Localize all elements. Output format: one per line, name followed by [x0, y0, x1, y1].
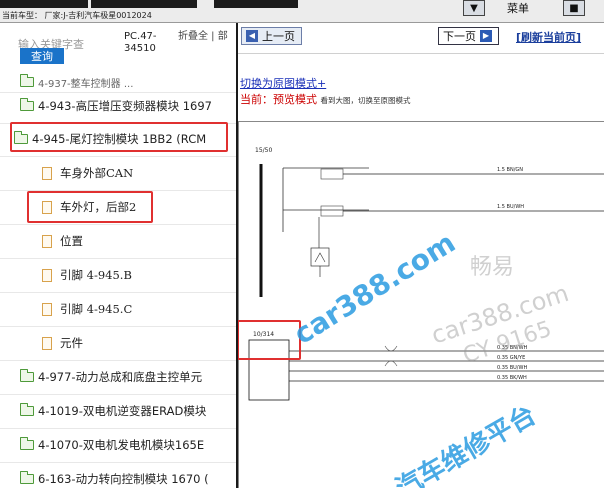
tree-item-label: 4-945-尾灯控制模块 1BB2 (RCM: [32, 132, 207, 146]
folder-icon: [20, 369, 34, 382]
arrow-left-icon: ◀: [246, 30, 258, 42]
wire-label: 1.5 BU/WH: [497, 204, 524, 210]
tree-subitem[interactable]: 车身外部CAN: [0, 156, 236, 191]
vehicle-label: 当前车型：: [2, 11, 42, 20]
current-hint: 看到大图，切换至原图模式: [320, 96, 411, 105]
tree-item-label: 4-943-高压增压变频器模块 1697: [38, 99, 212, 113]
tree-item-label: 4-977-动力总成和底盘主控单元: [38, 370, 203, 384]
module-block: [248, 339, 290, 401]
tree-subitem-selected[interactable]: 车外灯，后部2: [0, 190, 236, 225]
tree-item-label: 引脚 4-945.B: [60, 268, 132, 282]
vehicle-info: 当前车型： 厂家:J-吉利汽车极星0012024: [2, 10, 152, 21]
prev-page-button[interactable]: ◀ 上一页: [241, 27, 302, 45]
document-icon: [42, 234, 52, 248]
wiring-diagram-svg: 15/50 1.5 BN/GN 1.5 BU/WH 10/314 0.35 BN…: [248, 147, 604, 401]
wire-label: 0.35 BN/WH: [497, 345, 528, 351]
folder-open-icon: [14, 131, 28, 144]
vehicle-name: 厂家:J-吉利汽车极星0012024: [44, 11, 152, 20]
current-label: 当前：: [240, 93, 273, 106]
relay: [310, 247, 330, 267]
next-page-button[interactable]: 下一页 ▶: [438, 27, 499, 45]
refresh-link[interactable]: [刷新当前页]: [516, 29, 581, 45]
content-panel: ◀ 上一页 下一页 ▶ [刷新当前页] 切换为原图模式+ 当前：预览模式 看到大…: [238, 23, 604, 488]
switch-mode-link[interactable]: 切换为原图模式+: [240, 75, 326, 91]
toolbar-segment: [91, 0, 197, 8]
tree-item-label: 元件: [60, 336, 83, 350]
arrow-down-icon[interactable]: ▼: [463, 0, 485, 16]
folder-icon: [20, 471, 34, 484]
fuse: [320, 168, 344, 180]
tree-subitem[interactable]: 引脚 4-945.C: [0, 292, 236, 327]
top-bar: 当前车型： 厂家:J-吉利汽车极星0012024 ▼ 菜单 ■: [0, 0, 604, 23]
tree-item[interactable]: 4-1019-双电机逆变器ERAD模块: [0, 394, 236, 429]
wire-label: 0.35 BK/WH: [497, 375, 527, 381]
tree-item-label: 位置: [60, 234, 83, 248]
pc-code: PC.47-34510: [124, 31, 157, 54]
tree-subitem[interactable]: 元件: [0, 326, 236, 361]
tree-item-label: 引脚 4-945.C: [60, 302, 133, 316]
collapse-all-link[interactable]: 折叠全 | 部: [178, 31, 236, 43]
arrow-right-icon: ▶: [480, 30, 492, 42]
tree-item-label: 4-1070-双电机发电机模块165E: [38, 438, 205, 452]
document-icon: [42, 268, 52, 282]
wire-label: 0.35 BU/WH: [497, 365, 527, 371]
document-icon: [42, 336, 52, 350]
folder-icon: [20, 74, 34, 87]
tree-item[interactable]: 4-1070-双电机发电机模块165E: [0, 428, 236, 463]
tree-item-label: 6-163-动力转向控制模块 1670 (: [38, 472, 209, 486]
tree-item-label: 车外灯，后部2: [60, 200, 137, 214]
expand-icon[interactable]: ■: [563, 0, 585, 16]
tree-item[interactable]: 4-943-高压增压变频器模块 1697: [0, 89, 236, 124]
document-icon: [42, 200, 52, 214]
document-icon: [42, 166, 52, 180]
current-mode-value: 预览模式: [273, 93, 317, 106]
current-mode: 当前：预览模式 看到大图，切换至原图模式: [240, 91, 411, 107]
wire-label: 1.5 BN/GN: [497, 167, 523, 173]
prev-page-label: 上一页: [262, 30, 295, 43]
tree-item-expanded[interactable]: 4-945-尾灯控制模块 1BB2 (RCM: [0, 122, 236, 157]
folder-icon: [20, 403, 34, 416]
tree-item[interactable]: 4-977-动力总成和底盘主控单元: [0, 360, 236, 395]
wire-label: 0.35 GN/YE: [497, 355, 525, 361]
connector-label-bottom: 10/314: [253, 331, 274, 338]
search-area: PC.47-34510 折叠全 | 部 查询: [0, 23, 236, 67]
twist-mark: [384, 360, 398, 367]
tree-item-label: 4-1019-双电机逆变器ERAD模块: [38, 404, 207, 418]
page-nav: ◀ 上一页 下一页 ▶ [刷新当前页]: [238, 23, 604, 54]
next-page-label: 下一页: [443, 30, 476, 43]
sidebar-tree-panel: PC.47-34510 折叠全 | 部 查询 4-937-整车控制器 ... 4…: [0, 23, 238, 488]
connector-label-top: 15/50: [255, 147, 272, 154]
toolbar-segment: [0, 0, 88, 8]
query-button[interactable]: 查询: [20, 48, 64, 64]
folder-icon: [20, 98, 34, 111]
fuse: [320, 205, 344, 217]
tree-subitem[interactable]: 位置: [0, 224, 236, 259]
document-icon: [42, 302, 52, 316]
tree-subitem[interactable]: 引脚 4-945.B: [0, 258, 236, 293]
relay-coil: [314, 252, 326, 263]
menu-button[interactable]: 菜单: [507, 0, 529, 16]
folder-icon: [20, 437, 34, 450]
twist-mark: [384, 345, 398, 352]
tree-item-label: 车身外部CAN: [60, 166, 134, 180]
toolbar-segment: [214, 0, 298, 8]
tree-item[interactable]: 6-163-动力转向控制模块 1670 (: [0, 462, 236, 488]
wiring-diagram[interactable]: 15/50 1.5 BN/GN 1.5 BU/WH 10/314 0.35 BN…: [238, 121, 604, 488]
